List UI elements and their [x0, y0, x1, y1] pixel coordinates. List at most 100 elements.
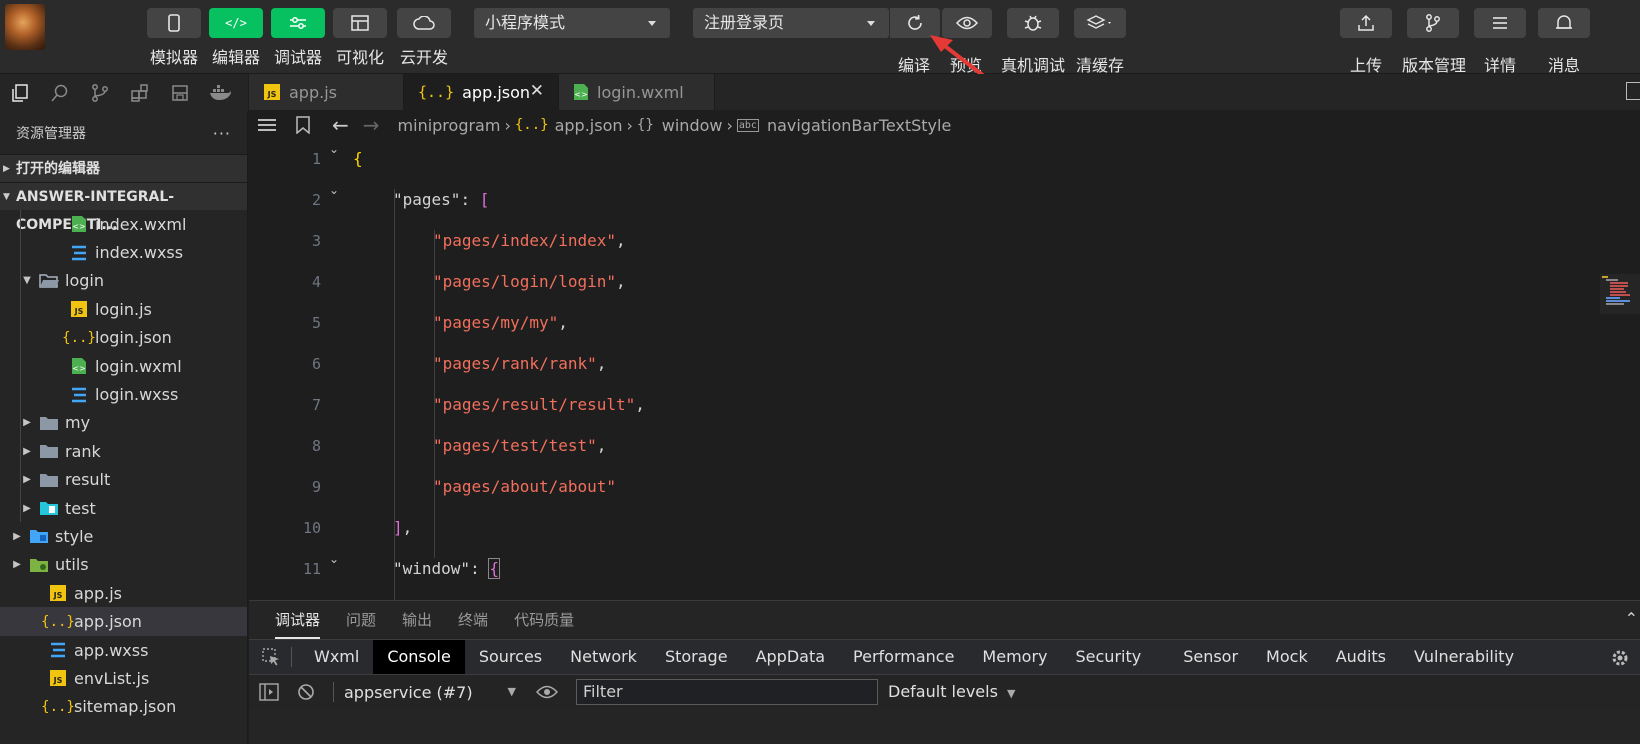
compile-page-select[interactable]: 注册登录页 [693, 8, 889, 38]
tree-file[interactable]: {..} login.json [0, 324, 247, 352]
debugger-button[interactable]: 调试器 [271, 8, 325, 68]
panel-tab-problems[interactable]: 问题 [346, 601, 376, 639]
bookmark-icon[interactable] [296, 116, 310, 134]
sidebar-toggle-icon[interactable] [259, 683, 279, 701]
devtools-tab-console[interactable]: Console [373, 640, 465, 674]
panel-tab-terminal[interactable]: 终端 [458, 601, 488, 639]
eye-icon[interactable] [536, 685, 558, 699]
devtools-tab-memory[interactable]: Memory [968, 640, 1061, 674]
devtools-tab-appdata[interactable]: AppData [742, 640, 839, 674]
devtools-tab-storage[interactable]: Storage [651, 640, 742, 674]
panel-tab-debugger[interactable]: 调试器 [275, 601, 321, 639]
devtools-tab-wxml[interactable]: Wxml [300, 640, 373, 674]
avatar[interactable] [5, 4, 45, 50]
chevron-up-icon[interactable]: ⌃ [1625, 609, 1638, 628]
docker-tab[interactable] [200, 74, 240, 112]
panel-tab-code-quality[interactable]: 代码质量 [514, 601, 574, 639]
line-number: 4 [311, 273, 321, 291]
breadcrumb: ← → miniprogram › {..} app.json › {} win… [249, 110, 1640, 140]
breadcrumb-item[interactable]: navigationBarTextStyle [767, 116, 951, 135]
tree-folder[interactable]: ▶ test [0, 494, 247, 522]
tree-folder[interactable]: ▶ utils [0, 551, 247, 579]
tree-file[interactable]: login.wxss [0, 380, 247, 408]
tree-folder[interactable]: ▶ my [0, 409, 247, 437]
panel-tab-output[interactable]: 输出 [402, 601, 432, 639]
messages-button[interactable] [1538, 8, 1590, 38]
outline-icon[interactable] [258, 119, 280, 131]
devtools-tab-performance[interactable]: Performance [839, 640, 968, 674]
upload-button[interactable] [1340, 8, 1392, 38]
devtools-tab-vulnerability[interactable]: Vulnerability [1400, 640, 1528, 674]
close-icon[interactable]: ✕ [530, 81, 544, 101]
devtools-tab-security[interactable]: Security [1062, 640, 1156, 674]
gear-icon[interactable] [1610, 648, 1630, 668]
log-levels-select[interactable]: Default levels ▼ [888, 682, 1016, 701]
tree-file[interactable]: app.wxss [0, 636, 247, 664]
search-tab[interactable] [40, 74, 80, 112]
tree-file[interactable]: {..} sitemap.json [0, 693, 247, 721]
fold-chevron-icon[interactable]: ⌄ [329, 183, 339, 197]
chevron-right-icon[interactable]: ▶ [20, 503, 34, 514]
storage-tab[interactable] [160, 74, 200, 112]
devtools-tab-sources[interactable]: Sources [465, 640, 556, 674]
explorer-tab[interactable] [0, 74, 40, 112]
clear-cache-button[interactable] [1074, 8, 1126, 38]
tree-file[interactable]: JS login.js [0, 295, 247, 323]
chevron-right-icon[interactable]: ▶ [20, 474, 34, 485]
chevron-right-icon[interactable]: ▶ [20, 417, 34, 428]
minimap[interactable] [1600, 274, 1640, 314]
code-editor[interactable]: 1 ⌄ { 2 ⌄ "pages": [ 3 "pages/index/inde… [249, 140, 1640, 600]
chevron-down-icon[interactable]: ▼ [20, 275, 34, 286]
chevron-right-icon[interactable]: ▶ [10, 531, 24, 542]
details-button[interactable] [1474, 8, 1526, 38]
tree-folder[interactable]: ▶ style [0, 522, 247, 550]
real-device-debug-button[interactable] [1007, 8, 1059, 38]
split-editor-icon[interactable] [1626, 82, 1640, 100]
more-icon[interactable]: ··· [213, 124, 231, 143]
tree-folder[interactable]: ▼ login [0, 267, 247, 295]
cloud-dev-button[interactable]: 云开发 [397, 8, 451, 68]
context-select[interactable]: appservice (#7) ▼ [344, 683, 516, 702]
editor-button[interactable]: </> 编辑器 [209, 8, 263, 68]
caret-down-icon: ▼ [1007, 687, 1016, 700]
devtools-tab-mock[interactable]: Mock [1252, 640, 1322, 674]
mode-select[interactable]: 小程序模式 [474, 8, 670, 38]
tree-file[interactable]: {..} app.json [0, 607, 247, 636]
tab-login-wxml[interactable]: <> login.wxml [559, 74, 715, 110]
open-editors-section[interactable]: ▶ 打开的编辑器 [0, 154, 247, 182]
breadcrumb-item[interactable]: miniprogram [398, 116, 501, 135]
compile-button[interactable] [890, 8, 940, 38]
code-line: 4 "pages/login/login", [249, 263, 1640, 304]
chevron-right-icon[interactable]: ▶ [10, 559, 24, 570]
tree-folder[interactable]: ▶ rank [0, 437, 247, 465]
tree-file[interactable]: JS envList.js [0, 664, 247, 692]
tree-file[interactable]: <> index.wxml [0, 210, 247, 238]
tree-folder[interactable]: ▶ result [0, 466, 247, 494]
forward-arrow-icon[interactable]: → [363, 113, 380, 137]
source-control-tab[interactable] [80, 74, 120, 112]
breadcrumb-item[interactable]: window [662, 116, 723, 135]
version-button[interactable] [1407, 8, 1459, 38]
devtools-tab-audits[interactable]: Audits [1322, 640, 1400, 674]
simulator-button[interactable]: 模拟器 [147, 8, 201, 68]
filter-input[interactable]: Filter [576, 679, 878, 705]
tree-file[interactable]: <> login.wxml [0, 352, 247, 380]
chevron-right-icon[interactable]: ▶ [20, 446, 34, 457]
visualize-button[interactable]: 可视化 [333, 8, 387, 68]
back-arrow-icon[interactable]: ← [332, 113, 349, 137]
wxss-file-icon [68, 386, 90, 404]
preview-button[interactable] [942, 8, 992, 38]
fold-chevron-icon[interactable]: ⌄ [329, 552, 339, 566]
tab-app-json[interactable]: {..} app.json ✕ [404, 74, 559, 110]
inspect-icon[interactable] [261, 647, 281, 667]
extensions-tab[interactable] [120, 74, 160, 112]
project-section[interactable]: ▼ ANSWER-INTEGRAL-COMPETITI... [0, 182, 247, 233]
tree-file[interactable]: index.wxss [0, 238, 247, 266]
devtools-tab-sensor[interactable]: Sensor [1169, 640, 1252, 674]
fold-chevron-icon[interactable]: ⌄ [329, 142, 339, 156]
tree-file[interactable]: JS app.js [0, 579, 247, 607]
clear-console-icon[interactable] [297, 683, 315, 701]
breadcrumb-item[interactable]: app.json [555, 116, 623, 135]
devtools-tab-network[interactable]: Network [556, 640, 651, 674]
tab-app-js[interactable]: JS app.js [249, 74, 404, 110]
